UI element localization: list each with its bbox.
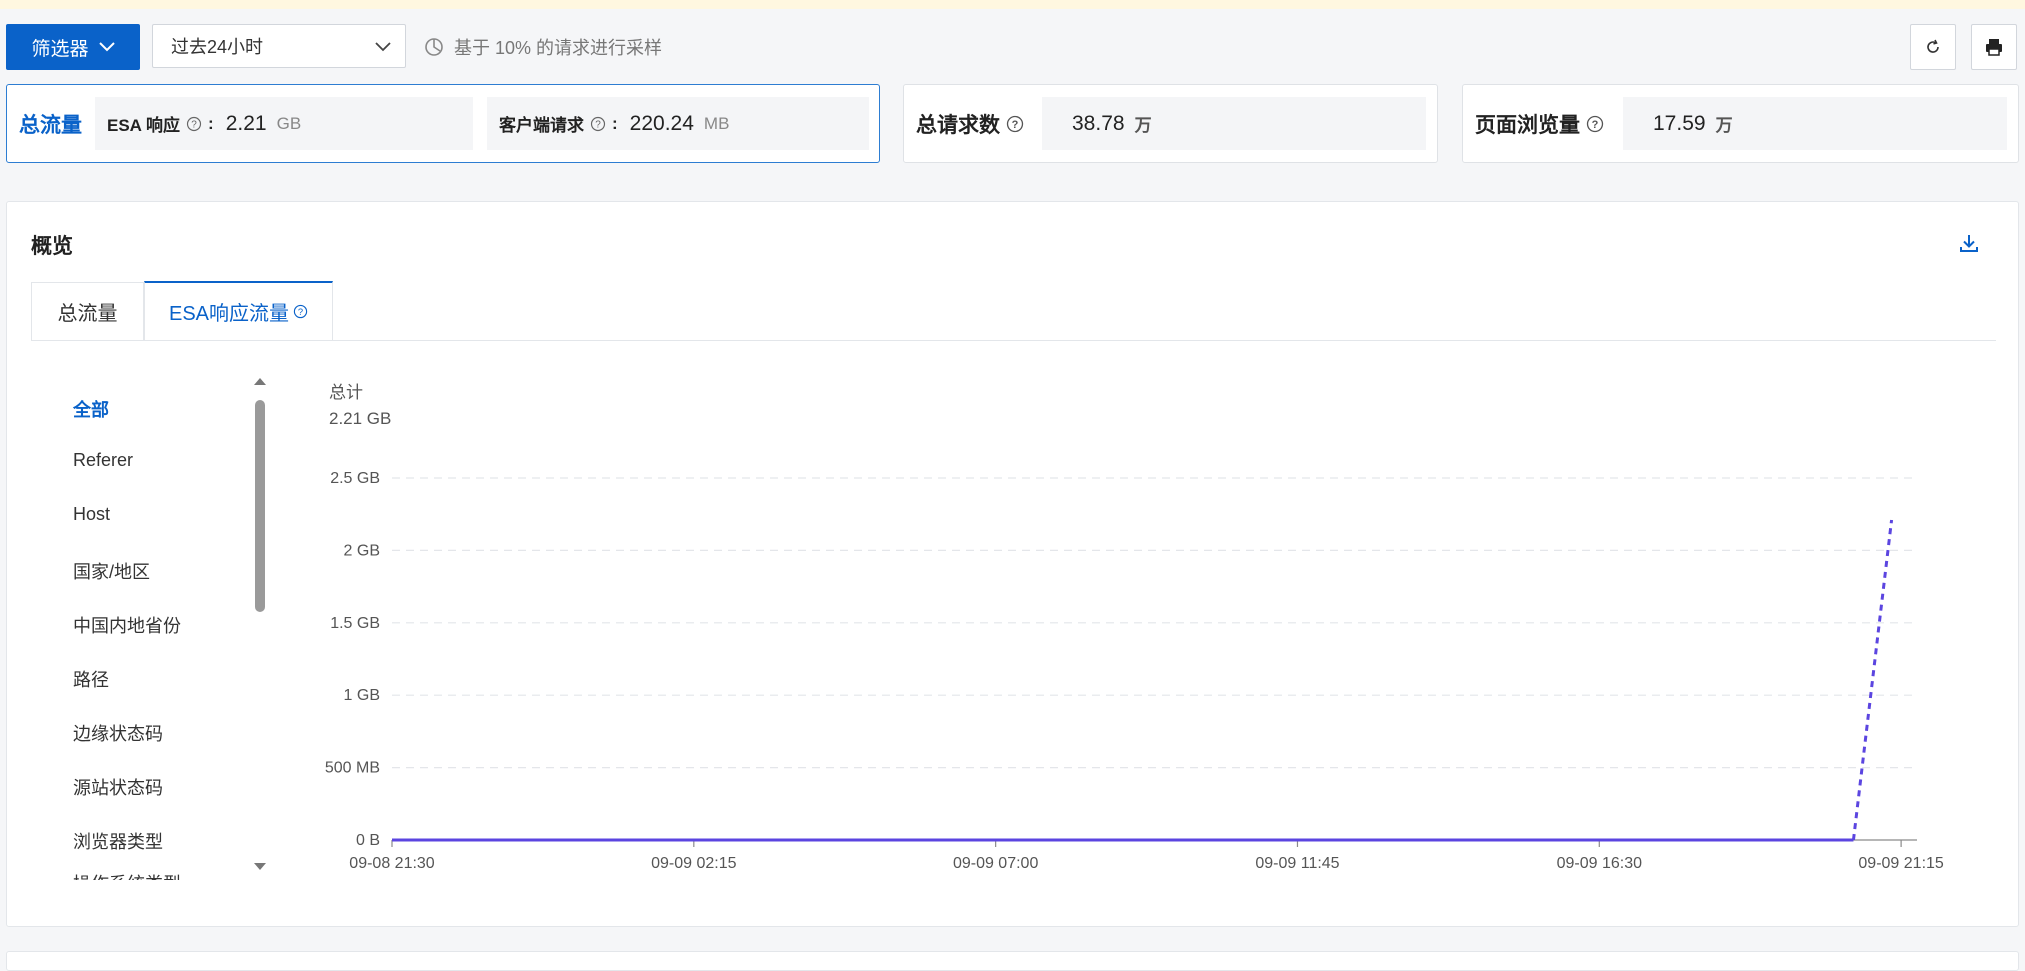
dimension-scrollbar[interactable] <box>253 368 267 880</box>
dimension-item-referer[interactable]: Referer <box>73 450 133 471</box>
y-tick-label: 0 B <box>356 832 380 849</box>
x-tick-label: 09-08 21:30 <box>349 855 435 872</box>
sampling-note-text: 基于 10% 的请求进行采样 <box>454 38 663 58</box>
tab-total-traffic-label: 总流量 <box>57 303 118 325</box>
total-requests-value: 38.78 <box>1072 111 1125 135</box>
total-requests-card[interactable]: 总请求数 ? 38.78 万 <box>903 84 1438 163</box>
total-requests-metric: 38.78 万 <box>1042 97 1426 150</box>
print-icon <box>1986 39 2002 56</box>
page-views-value: 17.59 <box>1653 111 1706 135</box>
svg-text:?: ? <box>1012 119 1019 131</box>
scroll-down-icon[interactable] <box>253 862 267 872</box>
dimension-item-host[interactable]: Host <box>73 504 110 525</box>
total-traffic-title: 总流量 <box>19 113 82 137</box>
y-tick-label: 1 GB <box>344 687 380 704</box>
toolbar: 筛选器 过去24小时 基于 10% 的请求进行采样 <box>6 24 2019 72</box>
time-range-select[interactable]: 过去24小时 <box>152 24 406 68</box>
refresh-icon <box>1927 39 1939 53</box>
dimension-item-country[interactable]: 国家/地区 <box>73 558 150 584</box>
x-tick-label: 09-09 16:30 <box>1557 855 1643 872</box>
filter-button[interactable]: 筛选器 <box>6 24 140 70</box>
chevron-down-icon <box>375 42 391 52</box>
total-requests-unit: 万 <box>1134 116 1152 135</box>
help-icon[interactable]: ? <box>590 116 606 132</box>
refresh-button[interactable] <box>1910 24 1956 70</box>
sampling-note: 基于 10% 的请求进行采样 <box>424 24 662 70</box>
dimension-item-origin-status[interactable]: 源站状态码 <box>73 774 163 800</box>
pie-clock-icon <box>425 38 443 56</box>
print-button[interactable] <box>1971 24 2017 70</box>
dimension-item-all[interactable]: 全部 <box>73 396 109 422</box>
download-icon[interactable] <box>1958 232 1980 254</box>
tab-total-traffic[interactable]: 总流量 <box>31 282 144 340</box>
esa-response-value: 2.21 <box>225 111 267 135</box>
notice-strip <box>0 0 2025 9</box>
chevron-down-icon <box>98 42 115 52</box>
chart-summary: 总计 2.21 GB <box>329 378 391 429</box>
esa-response-metric: ESA 响应 ? : 2.21 GB <box>95 97 473 150</box>
total-requests-title: 总请求数 <box>916 113 1000 137</box>
client-request-label: 客户端请求 <box>499 116 584 135</box>
page-views-card[interactable]: 页面浏览量 ? 17.59 万 <box>1462 84 2019 163</box>
tab-esa-response-traffic-label: ESA响应流量 <box>168 303 290 325</box>
dimension-item-os[interactable]: 操作系统类型 <box>73 870 181 880</box>
total-requests-title-wrap: 总请求数 ? <box>916 85 1024 162</box>
page-views-title: 页面浏览量 <box>1475 113 1580 137</box>
scroll-up-icon[interactable] <box>253 376 267 386</box>
dimension-item-edge-status[interactable]: 边缘状态码 <box>73 720 163 746</box>
time-range-value: 过去24小时 <box>171 37 264 57</box>
dimension-list: 全部 Referer Host 国家/地区 中国内地省份 路径 边缘状态码 源站… <box>35 368 275 880</box>
help-icon[interactable]: ? <box>1006 115 1024 133</box>
client-request-unit: MB <box>703 113 730 133</box>
client-request-value: 220.24 <box>629 111 694 135</box>
page-views-title-wrap: 页面浏览量 ? <box>1475 85 1604 162</box>
filter-button-label: 筛选器 <box>31 38 89 60</box>
svg-text:?: ? <box>595 119 601 130</box>
x-tick-label: 09-09 07:00 <box>953 855 1039 872</box>
overview-title: 概览 <box>31 235 73 258</box>
y-tick-label: 2.5 GB <box>330 470 380 487</box>
chart-total-value: 2.21 GB <box>329 409 392 428</box>
y-tick-label: 2 GB <box>344 542 380 559</box>
page-views-unit: 万 <box>1715 116 1733 135</box>
client-request-metric: 客户端请求 ? : 220.24 MB <box>487 97 869 150</box>
dimension-item-path[interactable]: 路径 <box>73 666 109 692</box>
total-traffic-card[interactable]: 总流量 ESA 响应 ? : 2.21 GB 客户端请求 ? : 220.24 … <box>6 84 880 163</box>
svg-text:?: ? <box>298 307 303 317</box>
esa-response-label: ESA 响应 <box>107 116 181 135</box>
next-panel <box>6 951 2019 971</box>
esa-response-unit: GB <box>276 113 302 133</box>
x-tick-label: 09-09 21:15 <box>1858 855 1944 872</box>
esa-traffic-line-chart: 0 B 500 MB 1 GB 1.5 GB 2 GB 2.5 GB 09-08 21:30… <box>325 470 1944 872</box>
chart-total-label: 总计 <box>329 383 363 402</box>
dimension-item-browser[interactable]: 浏览器类型 <box>73 828 163 854</box>
help-icon[interactable]: ? <box>293 304 308 319</box>
help-icon[interactable]: ? <box>186 116 202 132</box>
svg-text:?: ? <box>191 119 197 130</box>
y-tick-label: 1.5 GB <box>330 615 380 632</box>
x-tick-label: 09-09 02:15 <box>651 855 737 872</box>
series-line-dashed <box>1851 519 1894 841</box>
overview-tabs: 总流量 ESA响应流量 ? <box>31 281 1996 341</box>
help-icon[interactable]: ? <box>1586 115 1604 133</box>
svg-text:?: ? <box>1592 119 1599 131</box>
page-views-metric: 17.59 万 <box>1623 97 2007 150</box>
y-tick-label: 500 MB <box>325 760 380 777</box>
dimension-item-province[interactable]: 中国内地省份 <box>73 612 181 638</box>
dimension-scrollbar-thumb[interactable] <box>255 400 265 612</box>
tab-esa-response-traffic[interactable]: ESA响应流量 ? <box>144 281 333 340</box>
overview-panel: 概览 总流量 ESA响应流量 ? 全部 Referer Host 国家/地区 中… <box>6 201 2019 927</box>
x-tick-label: 09-09 11:45 <box>1255 855 1339 872</box>
